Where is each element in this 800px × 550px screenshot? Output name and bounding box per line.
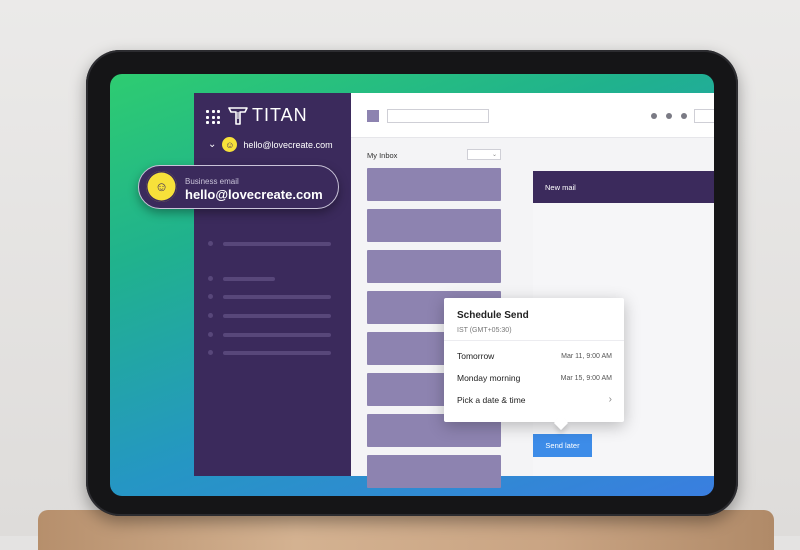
sidebar-item[interactable] (208, 276, 275, 281)
more-dots-icon[interactable] (651, 113, 657, 119)
inbox-label: My Inbox (367, 151, 398, 160)
love-create-badge: ☺ (146, 171, 177, 202)
titan-logo-icon (228, 106, 248, 125)
timezone-label: IST (GMT+05:30) (457, 327, 512, 334)
schedule-option-pick-date[interactable]: Pick a date & time › (457, 394, 612, 405)
option-label: Tomorrow (457, 351, 495, 361)
toolbar-square-icon[interactable] (367, 110, 379, 122)
schedule-option-monday-morning[interactable]: Monday morning Mar 15, 9:00 AM (457, 373, 612, 383)
divider (444, 340, 624, 341)
compose-title: New mail (533, 171, 714, 203)
option-label: Monday morning (457, 373, 521, 383)
popup-title: Schedule Send (457, 310, 529, 321)
bullet-icon (208, 241, 213, 246)
chevron-down-icon: ⌄ (491, 152, 497, 158)
smiley-icon: ☺ (154, 179, 169, 194)
mail-list-item[interactable] (367, 168, 501, 201)
search-input[interactable] (387, 109, 489, 123)
bullet-icon (208, 350, 213, 355)
toolbar-field[interactable] (694, 109, 714, 123)
tablet-screen: TITAN ⌄ ☺ hello@lovecreate.com My Inbox … (110, 74, 714, 496)
inbox-filter-dropdown[interactable]: ⌄ (467, 149, 501, 160)
more-dots-icon[interactable] (681, 113, 687, 119)
mail-list-item[interactable] (367, 250, 501, 283)
sidebar-item[interactable] (208, 294, 331, 299)
account-switcher[interactable]: ⌄ ☺ hello@lovecreate.com (208, 137, 333, 152)
bullet-icon (208, 276, 213, 281)
sidebar: TITAN ⌄ ☺ hello@lovecreate.com (194, 93, 351, 476)
business-email-label: Business email (185, 177, 239, 186)
schedule-send-popup: Schedule Send IST (GMT+05:30) Tomorrow M… (444, 298, 624, 431)
brand-logo[interactable]: TITAN (228, 105, 308, 126)
chevron-right-icon: › (608, 394, 612, 405)
more-dots-icon[interactable] (666, 113, 672, 119)
sidebar-item[interactable] (208, 313, 331, 318)
sidebar-item[interactable] (208, 350, 331, 355)
account-email: hello@lovecreate.com (243, 139, 333, 150)
smiley-icon: ☺ (222, 137, 238, 152)
option-time: Mar 15, 9:00 AM (560, 374, 612, 382)
option-label: Pick a date & time (457, 394, 526, 405)
send-later-button[interactable]: Send later (533, 434, 592, 457)
option-time: Mar 11, 9:00 AM (561, 352, 612, 360)
wooden-stand (38, 510, 774, 550)
brand-name: TITAN (252, 105, 308, 125)
sidebar-item[interactable] (208, 241, 331, 246)
bullet-icon (208, 294, 213, 299)
chevron-down-icon: ⌄ (208, 139, 217, 150)
top-toolbar (351, 93, 714, 138)
schedule-option-tomorrow[interactable]: Tomorrow Mar 11, 9:00 AM (457, 351, 612, 361)
bullet-icon (208, 313, 213, 318)
sidebar-item[interactable] (208, 332, 331, 337)
mail-list-item[interactable] (367, 455, 501, 488)
apps-grid-icon[interactable] (206, 110, 220, 124)
mail-list-item[interactable] (367, 209, 501, 242)
bullet-icon (208, 332, 213, 337)
business-email-address: hello@lovecreate.com (185, 187, 323, 202)
business-email-card: ☺ Business email hello@lovecreate.com (138, 165, 339, 209)
